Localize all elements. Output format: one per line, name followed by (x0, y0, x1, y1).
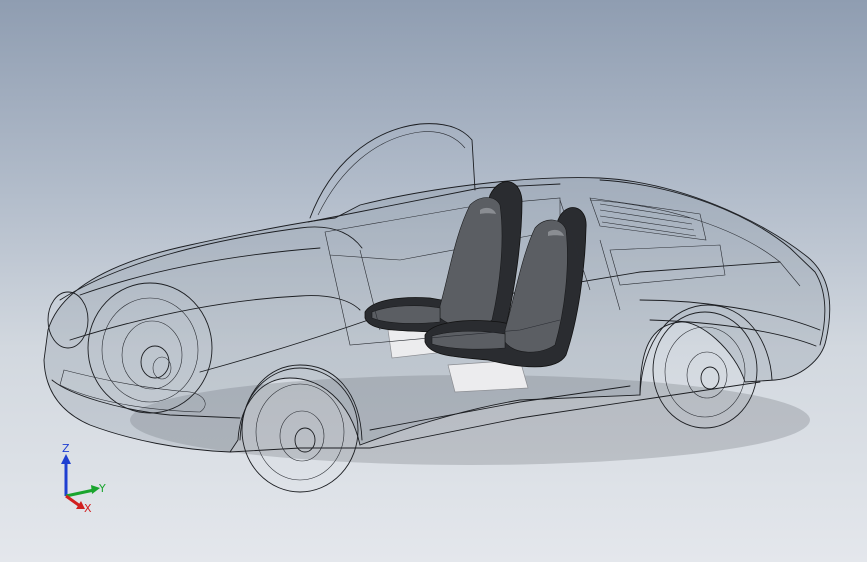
z-axis-label: Z (62, 442, 70, 455)
x-axis-label: X (84, 502, 92, 515)
reference-triad: Z Y X (61, 442, 106, 515)
y-axis-label: Y (98, 482, 106, 495)
y-axis-line (65, 488, 95, 498)
z-axis-arrow (61, 454, 71, 464)
graphics-viewport[interactable]: Z Y X (0, 0, 867, 562)
x-axis-line (65, 494, 81, 508)
car-model[interactable] (0, 0, 867, 562)
